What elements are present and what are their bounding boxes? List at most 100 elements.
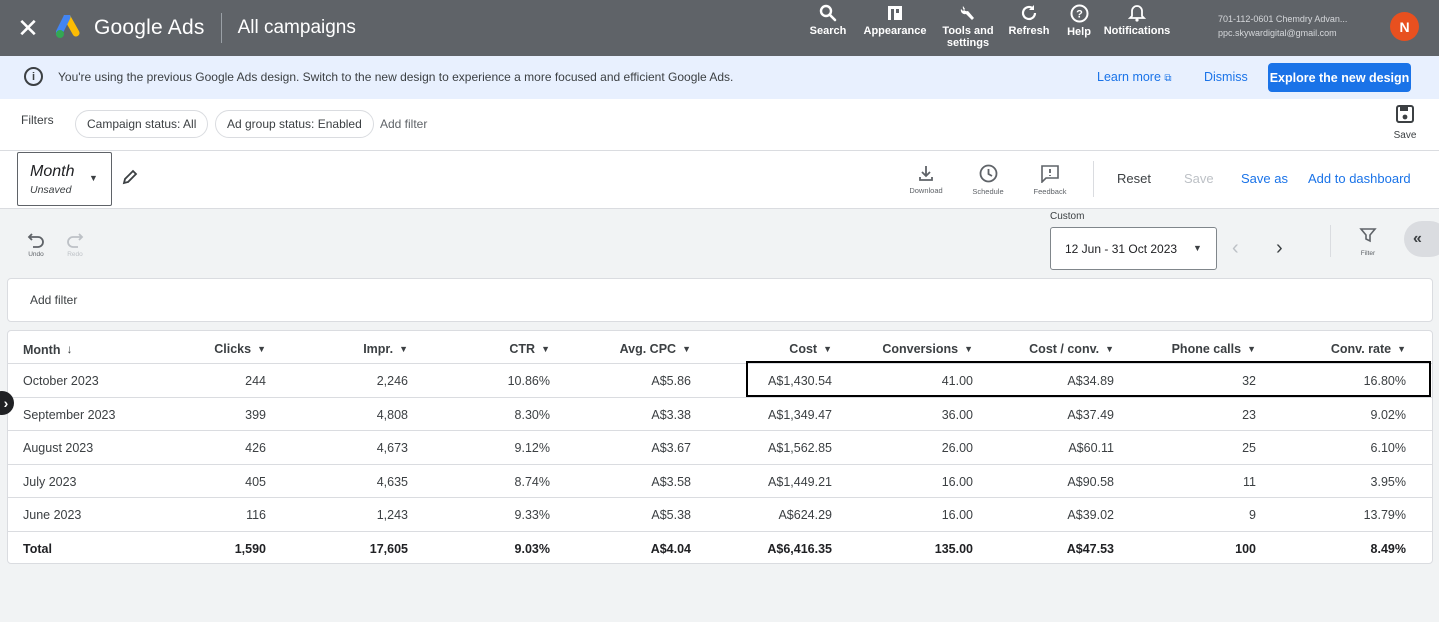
table-row[interactable]: June 2023 116 1,243 9.33% A$5.38 A$624.29 16.0… [8,498,1432,532]
tools-settings-button[interactable]: Tools and settings [938,0,998,56]
save-report-button[interactable]: Save [1184,171,1214,186]
svg-text:?: ? [1076,9,1083,21]
value-ctr: 8.30% [514,408,550,422]
reset-button[interactable]: Reset [1117,171,1151,186]
value-cost: A$624.29 [778,508,832,522]
previous-period-icon[interactable]: ‹ [1232,237,1239,260]
value-impr: 4,673 [376,441,408,455]
chevron-down-icon: ▼ [1193,243,1202,253]
value-conv-rate: 3.95% [1370,475,1406,489]
cell-avg-cpc: A$5.86 [651,374,691,388]
column-menu-icon[interactable]: ▼ [823,344,832,354]
add-to-dashboard-button[interactable]: Add to dashboard [1308,171,1411,186]
schedule-button[interactable]: Schedule [968,164,1008,196]
learn-more-link[interactable]: Learn more ⧉ [1097,70,1172,84]
value-conv-rate: 8.49% [1370,542,1406,556]
redo-button[interactable]: Redo [63,232,87,258]
undo-button[interactable]: Undo [24,232,48,258]
table-filter-bar[interactable]: Add filter [7,278,1433,322]
column-header-clicks[interactable]: Clicks ▼ [214,342,266,356]
date-range-picker[interactable]: 12 Jun - 31 Oct 2023 ▼ [1050,227,1217,270]
value-ctr: 8.74% [514,475,550,489]
column-header-conversions[interactable]: Conversions ▼ [882,342,973,356]
column-header-month[interactable]: Month ↓ [23,342,72,357]
value-clicks: 405 [245,475,266,489]
value-cost-per-conv: A$37.49 [1067,408,1114,422]
column-menu-icon[interactable]: ▼ [964,344,973,354]
campaign-status-chip[interactable]: Campaign status: All [75,110,209,138]
table-row[interactable]: August 2023 426 4,673 9.12% A$3.67 A$1,562.85… [8,431,1432,465]
help-button[interactable]: ? Help [1061,0,1097,56]
column-menu-icon[interactable]: ▼ [1105,344,1114,354]
column-header-avg-cpc[interactable]: Avg. CPC ▼ [620,342,691,356]
cell-month: October 2023 [23,374,99,388]
refresh-label: Refresh [1008,25,1050,37]
date-range-value: 12 Jun - 31 Oct 2023 [1065,242,1178,256]
save-view-button[interactable]: Save [1390,104,1420,141]
edit-pencil-icon[interactable] [121,168,139,186]
column-menu-icon[interactable]: ▼ [1397,344,1406,354]
table-add-filter[interactable]: Add filter [30,293,77,307]
page-title: All campaigns [237,17,356,38]
table-header-row: Month ↓ Clicks ▼ Impr. ▼ CTR ▼ Avg. CPC ▼ Cost ▼ Con… [8,331,1432,364]
cell-conversions: 16.00 [942,475,973,489]
cell-clicks: 116 [246,508,266,522]
value-avg-cpc: A$5.38 [651,508,691,522]
column-menu-icon[interactable]: ▼ [257,344,266,354]
feedback-button[interactable]: Feedback [1030,164,1070,196]
next-period-icon[interactable]: › [1276,237,1283,260]
column-header-cost[interactable]: Cost ▼ [789,342,832,356]
value-ctr: 9.33% [514,508,550,522]
download-icon [919,166,933,181]
filter-button[interactable]: Filter [1356,226,1380,257]
dismiss-button[interactable]: Dismiss [1204,70,1248,84]
appearance-button[interactable]: Appearance [860,0,930,56]
cell-impr: 1,243 [377,508,408,522]
filters-label: Filters [21,113,54,127]
cell-ctr: 8.30% [515,408,550,422]
column-header-ctr[interactable]: CTR ▼ [509,342,550,356]
appearance-icon [888,6,902,20]
account-info[interactable]: 701-112-0601 Chemdry Advan... ppc.skywar… [1218,12,1347,40]
table-total-row[interactable]: Total 1,590 17,605 9.03% A$4.04 A$6,416.35 135… [8,532,1432,563]
filters-row: Filters Campaign status: All Ad group st… [0,99,1439,151]
explore-new-design-button[interactable]: Explore the new design [1268,63,1411,92]
header-label-clicks: Clicks [214,342,252,356]
value-month: September 2023 [23,408,116,422]
value-phone-calls: 9 [1249,508,1256,522]
column-header-phone-calls[interactable]: Phone calls ▼ [1172,342,1256,356]
collapse-panel-icon[interactable]: « [1404,221,1439,257]
cell-month: August 2023 [23,441,93,455]
value-cost: A$1,349.47 [768,408,832,422]
notifications-button[interactable]: Notifications [1103,0,1171,56]
segment-selector[interactable]: Month Unsaved ▼ [17,152,112,206]
close-icon[interactable]: ✕ [0,0,56,56]
sort-arrow-icon[interactable]: ↓ [66,342,72,356]
download-button[interactable]: Download [906,164,946,195]
column-menu-icon[interactable]: ▼ [541,344,550,354]
column-header-cost-per-conv[interactable]: Cost / conv. ▼ [1029,342,1114,356]
value-clicks: 426 [245,441,266,455]
search-button[interactable]: Search [805,0,851,56]
table-row[interactable]: September 2023 399 4,808 8.30% A$3.38 A$1,349… [8,398,1432,431]
cell-ctr: 8.74% [515,475,550,489]
avatar[interactable]: N [1390,12,1419,41]
column-header-impr[interactable]: Impr. ▼ [363,342,408,356]
ad-group-status-chip[interactable]: Ad group status: Enabled [215,110,374,138]
add-filter-link[interactable]: Add filter [380,117,427,131]
header-label-phone-calls: Phone calls [1171,342,1242,356]
cell-clicks: 426 [245,441,266,455]
column-header-conv-rate[interactable]: Conv. rate ▼ [1331,342,1406,356]
value-impr: 2,246 [376,374,408,388]
column-menu-icon[interactable]: ▼ [399,344,408,354]
cell-phone-calls: 9 [1249,508,1256,522]
save-as-button[interactable]: Save as [1241,171,1288,186]
column-menu-icon[interactable]: ▼ [1247,344,1256,354]
value-ctr: 9.12% [514,441,550,455]
cell-ctr: 10.86% [508,374,550,388]
table-row[interactable]: July 2023 405 4,635 8.74% A$3.58 A$1,449.21 16… [8,465,1432,498]
value-cost: A$6,416.35 [767,542,832,556]
column-menu-icon[interactable]: ▼ [682,344,691,354]
refresh-button[interactable]: Refresh [1005,0,1053,56]
cell-conv-rate: 3.95% [1371,475,1406,489]
